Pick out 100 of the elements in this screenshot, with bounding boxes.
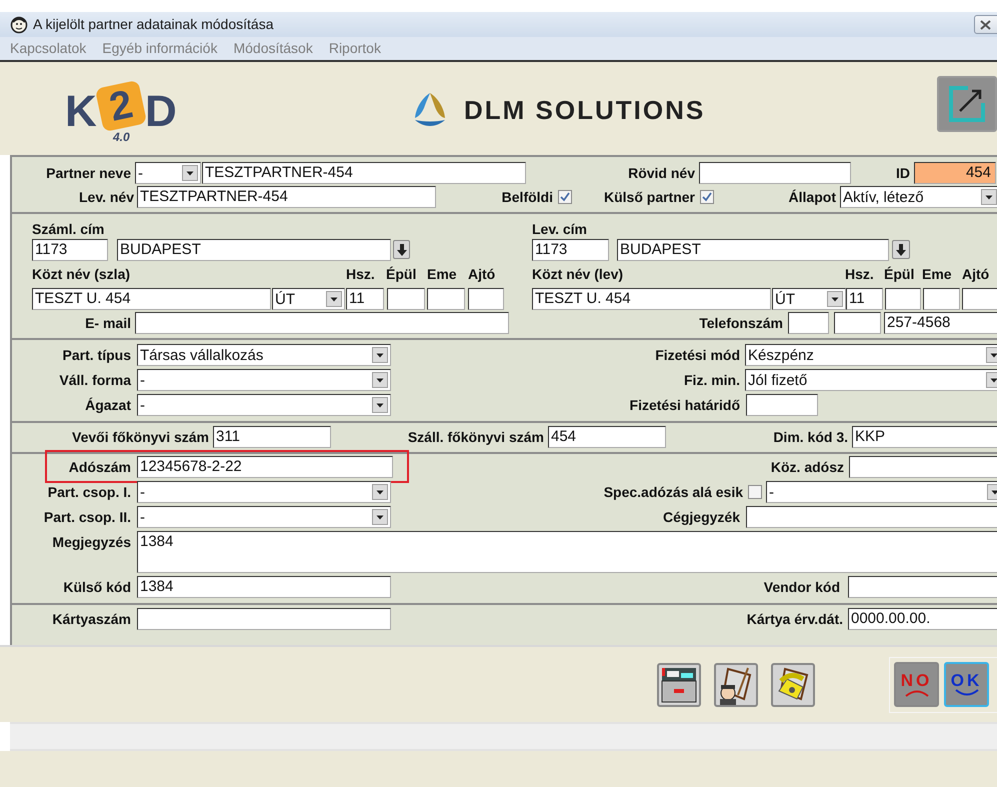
field-label: E- mail: [84, 314, 132, 333]
text-field[interactable]: 311: [213, 426, 331, 448]
section-label: Eme: [922, 265, 953, 284]
dropdown-field[interactable]: -: [137, 369, 391, 391]
text-field[interactable]: 0000.00.00.: [848, 608, 997, 630]
dropdown-field[interactable]: ÚT: [272, 288, 345, 310]
close-icon: [980, 20, 991, 30]
field-label: ID: [895, 164, 911, 183]
toolbar-button[interactable]: [771, 662, 815, 706]
dropdown-field[interactable]: Készpénz: [745, 344, 997, 366]
down-arrow-icon: [396, 244, 406, 256]
text-field[interactable]: TESZTPARTNER-454: [202, 162, 526, 184]
field-label: Cégjegyzék: [662, 508, 741, 527]
caret-icon: [372, 347, 388, 363]
field-label: Lev. név: [78, 188, 135, 207]
text-field[interactable]: [387, 288, 425, 310]
text-field[interactable]: [135, 312, 509, 334]
down-arrow-icon: [896, 244, 906, 256]
text-field[interactable]: 454: [548, 426, 666, 448]
field-label: Köz. adósz: [770, 458, 845, 477]
text-field[interactable]: BUDAPEST: [117, 239, 391, 261]
dropdown-field[interactable]: -: [766, 481, 997, 503]
text-field[interactable]: TESZT U. 454: [532, 288, 771, 310]
toolbar-button[interactable]: [657, 662, 701, 706]
section-label: Közt név (szla): [32, 265, 132, 284]
caret-icon: [182, 165, 198, 181]
field-label: Külső kód: [62, 578, 132, 597]
text-field[interactable]: [923, 288, 960, 310]
text-field[interactable]: 1173: [532, 239, 609, 261]
checkbox[interactable]: [748, 485, 762, 499]
section-label: Hsz.: [845, 265, 875, 284]
field-label: Fizetési határidő: [628, 396, 741, 415]
field-label: Ágazat: [84, 396, 132, 415]
text-field[interactable]: TESZT U. 454: [32, 288, 271, 310]
field-label: Telefonszám: [698, 314, 784, 333]
dropdown-field[interactable]: Társas vállalkozás: [137, 344, 391, 366]
field-label: Partner neve: [45, 164, 132, 183]
window-title: A kijelölt partner adatainak módosítása: [33, 15, 274, 34]
dropdown-field[interactable]: -: [137, 506, 391, 528]
field-label: Fiz. min.: [683, 371, 741, 390]
brand-name: DLM SOLUTIONS: [464, 94, 706, 126]
lookup-button[interactable]: [892, 240, 910, 259]
section-label: Hsz.: [346, 265, 376, 284]
caret-icon: [372, 509, 388, 525]
checkbox[interactable]: [700, 190, 714, 204]
text-field[interactable]: 454: [914, 162, 996, 184]
text-field[interactable]: [699, 162, 851, 184]
dropdown-field[interactable]: -: [137, 394, 391, 416]
caret-icon: [372, 397, 388, 413]
text-field[interactable]: 12345678-2-22: [137, 456, 393, 478]
app-icon: [10, 16, 28, 34]
caret-icon: [372, 484, 388, 500]
text-field[interactable]: [427, 288, 465, 310]
text-area[interactable]: 1384: [137, 531, 997, 573]
field-label: Fizetési mód: [654, 346, 741, 365]
dropdown-field[interactable]: -: [135, 162, 201, 184]
smile-icon: [954, 689, 980, 697]
dropdown-field[interactable]: Jól fizető: [745, 369, 997, 391]
section-label: Épül: [884, 265, 916, 284]
field-label: Rövid név: [627, 164, 696, 183]
text-field[interactable]: 11: [346, 288, 384, 310]
text-field[interactable]: [848, 576, 997, 598]
edit-icon: [948, 85, 986, 123]
text-field[interactable]: KKP: [852, 426, 997, 448]
section-label: Épül: [386, 265, 418, 284]
text-field[interactable]: [788, 312, 829, 334]
text-field[interactable]: [468, 288, 504, 310]
section-label: Ajtó: [468, 265, 496, 284]
edit-button[interactable]: [937, 76, 997, 132]
checkbox[interactable]: [558, 190, 572, 204]
text-field[interactable]: [885, 288, 921, 310]
text-field[interactable]: 11: [846, 288, 883, 310]
text-field[interactable]: [849, 456, 997, 478]
text-field[interactable]: BUDAPEST: [617, 239, 889, 261]
text-field[interactable]: TESZTPARTNER-454: [137, 186, 436, 208]
logo: K2D 4.0: [65, 82, 195, 144]
field-label: Adószám: [68, 458, 132, 477]
dropdown-field[interactable]: ÚT: [772, 288, 846, 310]
field-label: Part. típus: [62, 346, 132, 365]
text-field[interactable]: 1384: [137, 576, 391, 598]
caret-icon: [827, 291, 843, 307]
dropdown-field[interactable]: -: [137, 481, 391, 503]
text-field[interactable]: [746, 506, 997, 528]
field-label: Dim. kód 3.: [772, 428, 849, 447]
text-field[interactable]: [137, 608, 391, 630]
field-label: Spec.adózás alá esik: [602, 483, 744, 502]
toolbar-button[interactable]: [714, 662, 758, 706]
field-label: Kártya érv.dát.: [746, 610, 844, 629]
text-field[interactable]: [834, 312, 881, 334]
text-field[interactable]: 257-4568: [884, 312, 997, 334]
close-button[interactable]: [974, 15, 997, 34]
lookup-button[interactable]: [393, 240, 410, 259]
dropdown-field[interactable]: Aktív, létező: [840, 186, 997, 208]
field-label: Kártyaszám: [51, 610, 132, 629]
section-label: Eme: [427, 265, 458, 284]
field-label: Váll. forma: [58, 371, 132, 390]
field-label: Száll. főkönyvi szám: [406, 428, 545, 447]
text-field[interactable]: [962, 288, 997, 310]
text-field[interactable]: 1173: [32, 239, 108, 261]
text-field[interactable]: [746, 394, 818, 416]
